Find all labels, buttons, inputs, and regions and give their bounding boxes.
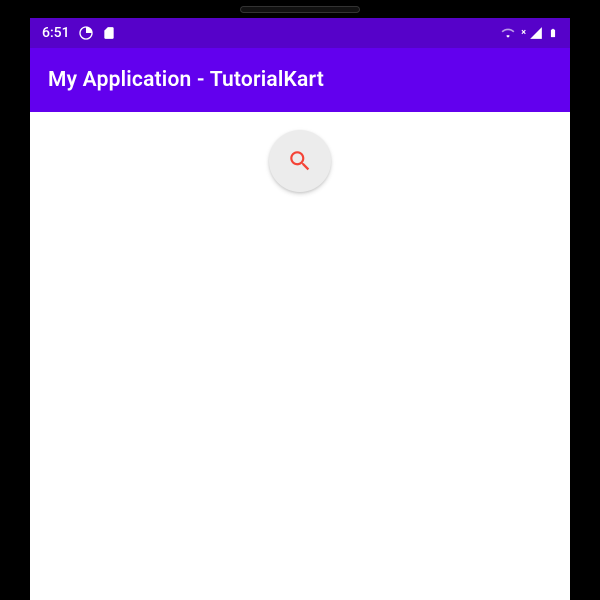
wifi-icon [499,26,517,40]
app-bar: My Application - TutorialKart [30,48,570,112]
battery-icon [548,25,558,41]
no-sim-x-icon: × [521,28,526,38]
sd-card-icon [102,25,116,41]
search-icon [287,148,313,174]
device-screen: 6:51 × My [30,18,570,600]
app-title: My Application - TutorialKart [48,68,324,92]
main-content [30,112,570,192]
signal-icon [528,26,544,40]
device-speaker [240,6,360,13]
status-bar: 6:51 × [30,18,570,48]
status-bar-left: 6:51 [42,25,116,41]
search-fab[interactable] [269,130,331,192]
data-saver-icon [78,25,94,41]
status-time: 6:51 [42,25,70,41]
status-bar-right: × [499,25,558,41]
device-frame: 6:51 × My [0,0,600,600]
